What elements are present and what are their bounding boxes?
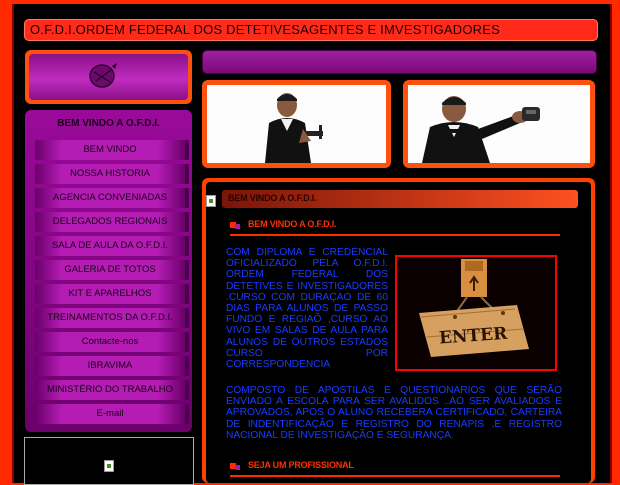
sidebar-item-agencias[interactable]: AGENCIA CONVENIADAS [35,188,189,208]
sidebar-item-ministerio[interactable]: MINISTÉRIO DO TRABALHO [35,380,189,400]
emblem-icon [89,63,117,88]
sidebar-item-bem-vindo[interactable]: BEM VINDO [35,140,189,160]
photo-agent-gun [202,80,391,168]
sidebar-title: BEM VINDO A O.F.D.I. [57,118,160,129]
body-text-full: COMPOSTO DE APOSTILAS E QUESTIONARIOS QU… [226,385,562,441]
broken-image-icon [206,195,216,207]
sidebar-item-kit[interactable]: KIT E APARELHOS [35,284,189,304]
sub-header-2-title: SEJA UM PROFISSIONAL [248,460,354,470]
sidebar-item-ibravima[interactable]: IBRAVIMA [35,356,189,376]
top-purple-bar [202,50,597,74]
enter-sign-image[interactable]: ENTER [395,255,557,371]
body-text-left: COM DIPLOMA E CREDENCIAL OFICIALIZADO PE… [226,247,388,371]
sidebar-item-email[interactable]: E-mail [35,404,189,424]
sidebar-item-galeria[interactable]: GALERIA DE TOTOS [35,260,189,280]
section-title: BEM VINDO A O.F.D.I. [228,193,317,203]
sidebar-image-box [24,437,194,485]
sub-header: BEM VINDO A O.F.D.I. [230,219,560,236]
site-title: O.F.D.I.ORDEM FEDERAL DOS DETETIVESAGENT… [30,22,501,37]
sidebar-item-contacte[interactable]: Contacte-nos [35,332,189,352]
sidebar-item-delegados[interactable]: DELEGADOS REGIONAIS [35,212,189,232]
sub-header-title: BEM VINDO A O.F.D.I. [248,219,337,229]
sidebar-item-sala-de-aula[interactable]: SALA DE AULA DA O.F.D.I. [35,236,189,256]
sub-header-2: SEJA UM PROFISSIONAL [230,460,560,477]
sidebar-item-treinamentos[interactable]: TREINAMENTOS DA O.F.D.I. [35,308,189,328]
logo-box [25,50,192,104]
site-title-bar: O.F.D.I.ORDEM FEDERAL DOS DETETIVESAGENT… [24,19,598,41]
broken-image-icon [104,460,114,472]
sidebar-item-nossa-historia[interactable]: NOSSA HISTORIA [35,164,189,184]
photo-agent-phone [403,80,595,168]
content-body: COM DIPLOMA E CREDENCIAL OFICIALIZADO PE… [221,239,568,450]
section-header: BEM VINDO A O.F.D.I. [222,190,578,208]
